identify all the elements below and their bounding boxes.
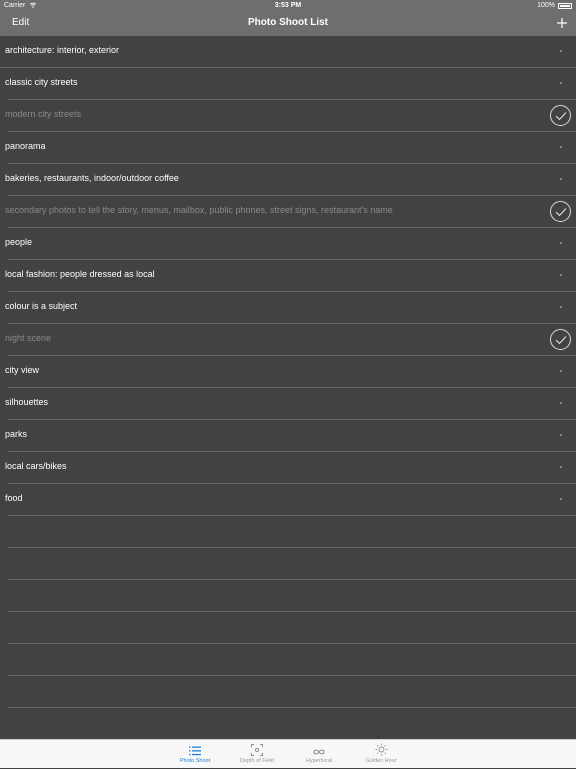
list-item-label: local cars/bikes [5,461,67,471]
list-item-label: silhouettes [5,397,49,407]
list-item[interactable]: parks [5,420,576,452]
unchecked-dot-icon[interactable] [560,274,562,276]
list-item[interactable]: local cars/bikes [5,452,576,484]
checkmark-icon[interactable] [550,329,571,350]
tab-depth-of-field[interactable]: Depth of Field [227,740,287,769]
tab-golden-hour[interactable]: Golden Hour [351,740,411,769]
list-item-label: food [5,493,23,503]
infinity-icon [289,740,349,756]
list-item[interactable]: people [5,228,576,260]
tab-label: Depth of Field [239,758,275,764]
unchecked-dot-icon[interactable] [560,498,562,500]
unchecked-dot-icon[interactable] [560,242,562,244]
unchecked-dot-icon[interactable] [560,178,562,180]
list-item-label: parks [5,429,28,439]
tab-label: Hyperfocal [305,758,333,764]
battery-indicator: 100% [537,2,572,9]
empty-row [8,644,576,676]
list-item[interactable]: colour is a subject [5,292,576,324]
empty-row [8,676,576,708]
empty-row [8,548,576,580]
list-item-label: city view [5,365,40,375]
list-item[interactable]: local fashion: people dressed as local [5,260,576,292]
tab-label: Golden Hour [365,758,397,764]
page-title: Photo Shoot List [248,17,328,28]
tab-photo-shoot[interactable]: Photo Shoot [165,740,225,769]
tab-hyperfocal[interactable]: Hyperfocal [289,740,349,769]
tab-bar: Photo Shoot Depth of Field Hyperfocal Golde… [0,739,576,768]
unchecked-dot-icon[interactable] [560,50,562,52]
list-item[interactable]: bakeries, restaurants, indoor/outdoor co… [5,164,576,196]
photo-shoot-list: architecture: interior, exterior classic … [0,36,576,739]
add-item-button[interactable] [556,13,568,32]
list-item[interactable]: panorama [5,132,576,164]
list-item[interactable]: night scene [5,324,576,356]
list-item[interactable]: city view [5,356,576,388]
list-item[interactable]: modern city streets [5,100,576,132]
list-item-label: panorama [5,141,46,151]
unchecked-dot-icon[interactable] [560,434,562,436]
plus-icon [557,18,567,28]
unchecked-dot-icon[interactable] [560,82,562,84]
checkmark-icon[interactable] [550,105,571,126]
status-bar: Carrier 3:53 PM 100% [0,0,576,12]
focus-frame-icon [227,740,287,756]
empty-row [8,612,576,644]
navigation-bar: Edit Photo Shoot List [0,12,576,36]
list-item[interactable]: architecture: interior, exterior [0,36,576,68]
status-time: 3:53 PM [274,2,302,9]
sun-icon [351,740,411,756]
unchecked-dot-icon[interactable] [560,306,562,308]
list-item[interactable]: classic city streets [5,68,576,100]
list-item[interactable]: secondary photos to tell the story, menu… [5,196,576,228]
empty-row [8,580,576,612]
unchecked-dot-icon[interactable] [560,370,562,372]
list-item-label: secondary photos to tell the story, menu… [5,205,393,215]
list-item-label: people [5,237,33,247]
list-item[interactable]: silhouettes [5,388,576,420]
list-item-label: night scene [5,333,52,343]
tab-label: Photo Shoot [179,758,211,764]
battery-percent: 100% [537,2,555,9]
list-item-label: colour is a subject [5,301,78,311]
checkmark-icon[interactable] [550,201,571,222]
list-icon [165,740,225,756]
unchecked-dot-icon[interactable] [560,466,562,468]
list-item-label: classic city streets [5,77,78,87]
empty-row [8,516,576,548]
list-item-label: modern city streets [5,109,82,119]
list-item-label: local fashion: people dressed as local [5,269,155,279]
unchecked-dot-icon[interactable] [560,146,562,148]
battery-icon [558,2,572,9]
list-item-label: architecture: interior, exterior [5,45,120,55]
list-item[interactable]: food [5,484,576,516]
unchecked-dot-icon[interactable] [560,402,562,404]
list-item-label: bakeries, restaurants, indoor/outdoor co… [5,173,179,183]
empty-row [8,708,576,739]
